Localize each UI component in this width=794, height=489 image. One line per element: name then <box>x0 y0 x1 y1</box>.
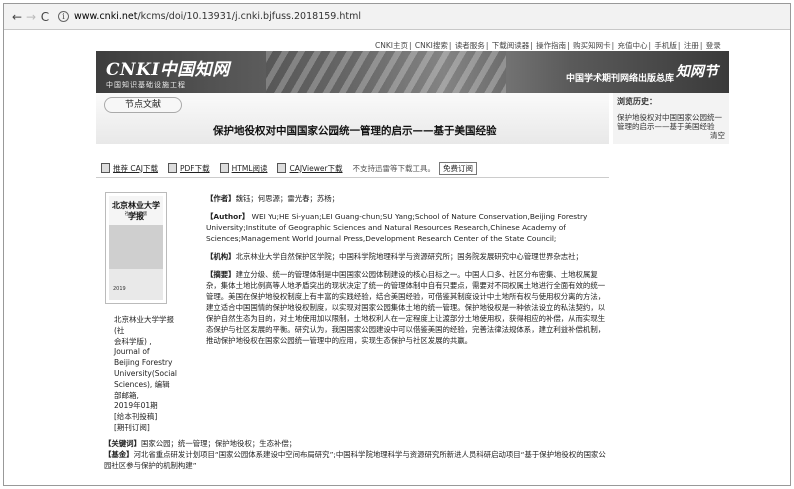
history-clear-link[interactable]: 清空 <box>710 130 725 141</box>
download-toolbar: 推荐 CAJ下载 PDF下载 HTML阅读 CAJViewer下载 不支持迅雷等… <box>101 161 478 175</box>
fund-label: 【基金】 <box>104 450 134 459</box>
pdf-download-label: PDF下载 <box>179 163 210 173</box>
journal-info-line[interactable]: 会科学版) , Journal of <box>114 337 176 359</box>
topnav-item[interactable]: 手机版 <box>653 41 678 50</box>
history-title: 浏览历史： <box>617 97 657 106</box>
banner-slogan: 中国学术期刊网络出版总库 <box>566 74 675 84</box>
cajviewer-download-link[interactable]: CAJViewer下载 <box>277 163 343 174</box>
html-read-link[interactable]: HTML阅读 <box>219 163 268 174</box>
topnav-item[interactable]: 读者服务 <box>454 41 486 50</box>
logo-text: CNKI中国知网 <box>106 60 230 80</box>
topnav-item[interactable]: 注册 <box>683 41 700 50</box>
pdf-download-link[interactable]: PDF下载 <box>167 163 210 174</box>
cover-year: 2019 <box>113 286 126 292</box>
topnav-item[interactable]: CNKI搜索 <box>414 41 449 50</box>
topnav-item[interactable]: CNKI主页 <box>374 41 409 50</box>
forward-button[interactable]: → <box>24 10 38 24</box>
authors-label: 【作者】 <box>206 194 236 203</box>
keywords-row: 【关键词】国家公园；统一管理；保护地役权；生态补偿； <box>104 438 609 449</box>
banner-pattern <box>266 51 506 93</box>
top-nav: CNKI主页| CNKI搜索| 读者服务| 下载阅读器| 操作指南| 购买知网卡… <box>374 41 722 50</box>
browse-history-panel: 浏览历史： 保护地役权对中国国家公园统一管理的启示——基于美国经验 清空 <box>613 93 729 144</box>
address-bar[interactable]: i www.cnki.net/kcms/doi/10.13931/j.cnki.… <box>58 8 388 26</box>
submit-link[interactable]: [给本刊投稿] <box>114 412 176 423</box>
caj-download-label: 推荐 CAJ下载 <box>113 163 158 173</box>
site-logo[interactable]: CNKI中国知网 中国知识基础设施工程 <box>106 55 231 89</box>
page-title: 保护地役权对中国国家公园统一管理的启示——基于美国经验 <box>213 125 497 137</box>
journal-info-line[interactable]: University(Social <box>114 369 177 380</box>
cajviewer-download-label: CAJViewer下载 <box>289 163 343 173</box>
site-banner: CNKI中国知网 中国知识基础设施工程 中国学术期刊网络出版总库 知网节 <box>96 51 729 93</box>
topnav-item[interactable]: 充值中心 <box>617 41 649 50</box>
fund-row: 【基金】河北省重点研发计划项目“国家公园体系建设中空间布局研究”;中国科学院地理… <box>104 449 609 471</box>
institution-row: 【机构】北京林业大学自然保护区学院；中国科学院地理科学与资源研究所；国务院发展研… <box>206 251 609 262</box>
author-en-label: 【Author】 <box>206 212 250 221</box>
keywords-value[interactable]: 国家公园；统一管理；保护地役权；生态补偿； <box>141 439 296 448</box>
url-path: /kcms/doi/10.13931/j.cnki.bjfuss.2018159… <box>137 11 361 22</box>
browser-toolbar: ← → C i www.cnki.net/kcms/doi/10.13931/j… <box>4 4 790 30</box>
topnav-item[interactable]: 下载阅读器 <box>491 41 531 50</box>
authors-row: 【作者】魏钰；何思源；雷光春；苏杨； <box>206 193 609 204</box>
cajviewer-icon <box>277 163 287 173</box>
cover-subtitle: 社会科学版 <box>124 212 148 217</box>
author-en-value: WEI Yu;HE Si-yuan;LEI Guang-chun;SU Yang… <box>206 212 588 243</box>
topnav-item[interactable]: 登录 <box>705 41 722 50</box>
institution-value[interactable]: 北京林业大学自然保护区学院；中国科学院地理科学与资源研究所；国务院发展研究中心管… <box>236 252 583 261</box>
topnav-item[interactable]: 操作指南 <box>535 41 567 50</box>
keywords-fund: 【关键词】国家公园；统一管理；保护地役权；生态补偿； 【基金】河北省重点研发计划… <box>104 438 609 471</box>
info-icon[interactable]: i <box>58 11 69 22</box>
caj-download-link[interactable]: 推荐 CAJ下载 <box>101 163 158 174</box>
journal-info: 北京林业大学学报(社 会科学版) , Journal of Beijing Fo… <box>114 315 177 434</box>
cover-image: 北京林业大学学报 社会科学版 2019 <box>109 196 163 300</box>
free-subscribe-button[interactable]: 免费订阅 <box>439 161 478 175</box>
html-read-label: HTML阅读 <box>231 163 268 173</box>
banner-mark: 知网节 <box>676 64 718 80</box>
toolbar-divider <box>96 177 609 178</box>
journal-info-line[interactable]: Beijing Forestry <box>114 358 176 369</box>
url-host: www.cnki.net <box>74 11 138 22</box>
section-tab[interactable]: 节点文献 <box>104 97 182 113</box>
history-item[interactable]: 保护地役权对中国国家公园统一管理的启示——基于美国经验 <box>617 113 725 131</box>
html-icon <box>219 163 229 173</box>
keywords-label: 【关键词】 <box>104 439 141 448</box>
reload-button[interactable]: C <box>38 10 52 24</box>
caj-icon <box>101 163 110 173</box>
logo-subtitle: 中国知识基础设施工程 <box>106 81 186 89</box>
fund-value: 河北省重点研发计划项目“国家公园体系建设中空间布局研究”;中国科学院地理科学与资… <box>104 450 606 470</box>
topnav-item[interactable]: 购买知网卡 <box>572 41 612 50</box>
abstract-row: 【摘要】建立分级、统一的管理体制是中国国家公园体制建设的核心目标之一。中国人口多… <box>206 269 609 346</box>
journal-issue[interactable]: 2019年01期 <box>114 401 176 412</box>
article-details: 【作者】魏钰；何思源；雷光春；苏杨； 【Author】 WEI Yu;HE Si… <box>206 193 609 353</box>
abstract-text: 建立分级、统一的管理体制是中国国家公园体制建设的核心目标之一。中国人口多、社区分… <box>206 270 606 345</box>
back-button[interactable]: ← <box>10 10 24 24</box>
subscribe-link[interactable]: [期刊订阅] <box>114 423 176 434</box>
journal-info-line[interactable]: Sciences), 编辑部邮箱, <box>114 380 176 402</box>
url-text[interactable]: www.cnki.net/kcms/doi/10.13931/j.cnki.bj… <box>74 11 361 22</box>
author-en-row: 【Author】 WEI Yu;HE Si-yuan;LEI Guang-chu… <box>206 211 609 244</box>
pdf-icon <box>167 163 177 173</box>
browser-window: ← → C i www.cnki.net/kcms/doi/10.13931/j… <box>3 3 791 486</box>
download-tip: 不支持迅雷等下载工具。 <box>352 163 436 173</box>
abstract-label: 【摘要】 <box>206 270 236 279</box>
authors-value[interactable]: 魏钰；何思源；雷光春；苏杨； <box>236 194 339 203</box>
journal-cover[interactable]: 北京林业大学学报 社会科学版 2019 <box>105 192 167 304</box>
institution-label: 【机构】 <box>206 252 236 261</box>
journal-info-line[interactable]: 北京林业大学学报(社 <box>114 315 176 337</box>
